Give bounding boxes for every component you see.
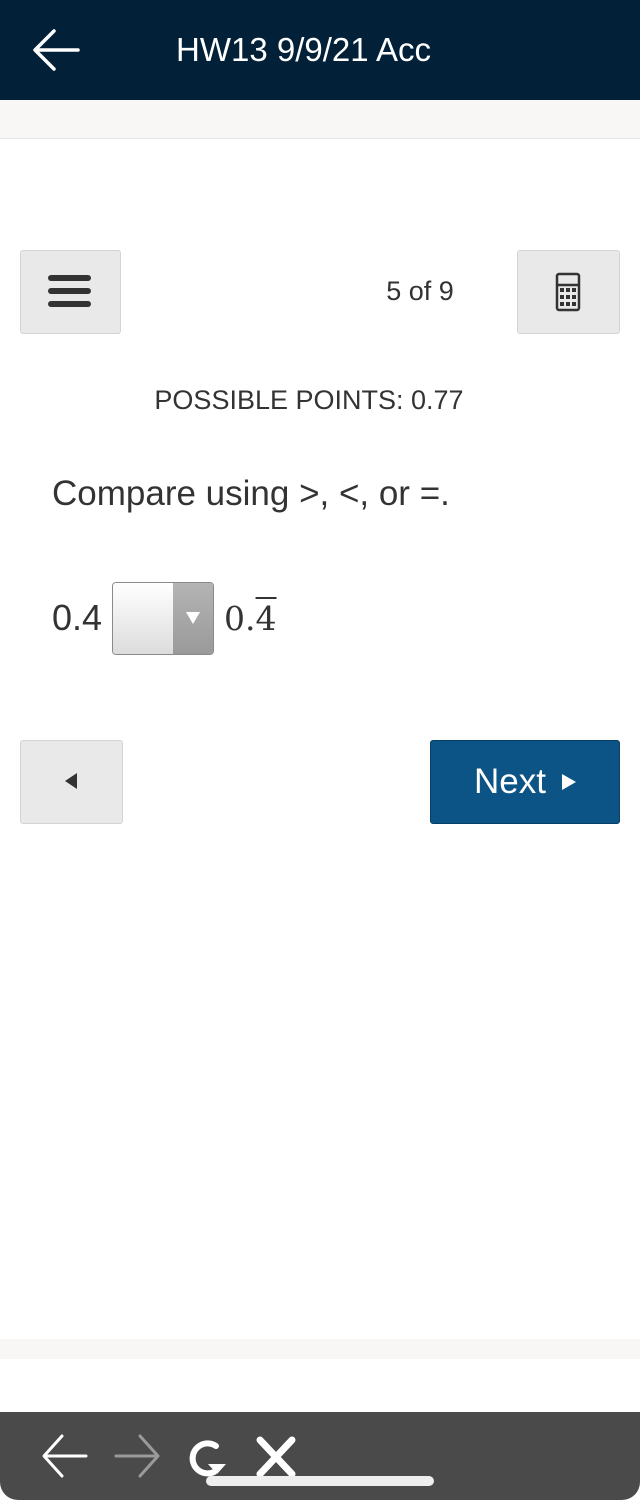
browser-forward-button[interactable]	[112, 1432, 162, 1482]
question-progress: 5 of 9	[386, 276, 454, 306]
comparison-select-value	[113, 582, 174, 654]
possible-points: POSSIBLE POINTS: 0.77	[154, 385, 464, 415]
next-button-label: Next	[474, 762, 546, 801]
comparison-expression: 0.4 0.4	[52, 581, 277, 655]
question-menu-button[interactable]	[20, 250, 121, 334]
calculator-icon	[555, 272, 581, 312]
reload-icon	[189, 1440, 226, 1477]
calculator-button[interactable]	[517, 250, 620, 334]
right-value-whole: 0.	[224, 598, 256, 638]
comparison-select[interactable]	[112, 581, 215, 655]
triangle-left-icon	[65, 773, 77, 789]
app-header: HW13 9/9/21 Acc	[0, 0, 640, 100]
arrow-right-icon	[114, 1434, 160, 1478]
browser-close-button[interactable]	[252, 1432, 302, 1482]
left-value: 0.4	[52, 597, 103, 638]
page-title: HW13 9/9/21 Acc	[176, 31, 431, 68]
triangle-right-icon	[561, 774, 576, 790]
back-button[interactable]	[30, 26, 82, 74]
footer-strip	[0, 1339, 640, 1359]
browser-reload-button[interactable]	[182, 1432, 232, 1482]
comparison-select-toggle[interactable]	[173, 582, 214, 654]
hamburger-menu-icon	[48, 275, 91, 307]
dropdown-triangle-icon	[186, 612, 201, 624]
browser-back-button[interactable]	[40, 1432, 90, 1482]
close-icon	[256, 1436, 296, 1478]
previous-button[interactable]	[20, 740, 123, 824]
arrow-left-icon	[42, 1434, 88, 1478]
arrow-left-icon	[33, 29, 80, 71]
browser-toolbar	[0, 1412, 640, 1500]
right-value: 0.4	[224, 599, 277, 638]
question-prompt: Compare using >, <, or =.	[52, 474, 450, 513]
home-indicator[interactable]	[206, 1476, 434, 1486]
next-button[interactable]: Next	[430, 740, 620, 824]
right-value-repeating-digit: 4	[255, 598, 277, 638]
sub-header-bar	[0, 100, 640, 139]
